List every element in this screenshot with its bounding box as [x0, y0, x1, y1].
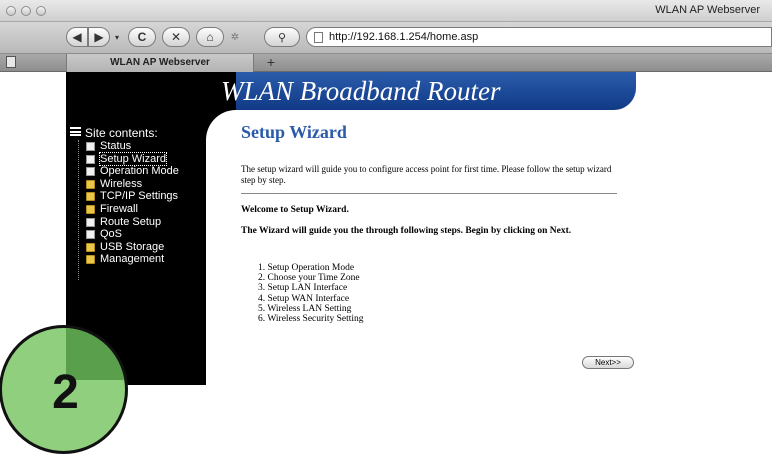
sidebar-item-usb-storage[interactable]: USB Storage: [86, 241, 179, 254]
search-icon: ⚲: [277, 32, 287, 44]
guide-text: The Wizard will guide you the through fo…: [241, 226, 572, 236]
sidebar-heading-label: Site contents:: [85, 126, 158, 140]
sidebar-item-qos[interactable]: QoS: [86, 228, 179, 241]
sidebar-item-label[interactable]: TCP/IP Settings: [100, 190, 178, 202]
welcome-text: Welcome to Setup Wizard.: [241, 205, 349, 215]
window-title: WLAN AP Webserver: [655, 4, 760, 16]
sidebar-item-label[interactable]: USB Storage: [100, 241, 164, 253]
sidebar-item-label[interactable]: Operation Mode: [100, 165, 179, 177]
sidebar-item-firewall[interactable]: Firewall: [86, 203, 179, 216]
sidebar-item-label[interactable]: Firewall: [100, 203, 138, 215]
browser-toolbar: ◀ ▶ ▾ C ✕ ⌂ ✲ ⚲ http://192.168.1.254/hom…: [0, 22, 772, 54]
document-icon: [86, 154, 95, 164]
forward-arrow-icon: ▶: [94, 30, 104, 44]
tab-wlan-ap-webserver[interactable]: WLAN AP Webserver: [66, 54, 254, 72]
chevron-down-icon: ▾: [114, 33, 119, 42]
zoom-window-button[interactable]: [36, 6, 46, 16]
sidebar-item-label[interactable]: Management: [100, 253, 164, 265]
sidebar-item-wireless[interactable]: Wireless: [86, 178, 179, 191]
home-icon: ⌂: [206, 30, 214, 44]
history-dropdown[interactable]: ▾: [114, 27, 120, 47]
sidebar-item-route-setup[interactable]: Route Setup: [86, 216, 179, 229]
sidebar-nav: Status Setup Wizard Operation Mode Wirel…: [86, 140, 179, 266]
folder-icon: [86, 179, 95, 189]
folder-icon: [86, 204, 95, 214]
sidebar-item-label[interactable]: Wireless: [100, 178, 142, 190]
url-text[interactable]: http://192.168.1.254/home.asp: [329, 31, 478, 43]
settings-button[interactable]: ✲: [228, 27, 242, 47]
page-description: The setup wizard will guide you to confi…: [241, 164, 612, 185]
page-icon: [314, 32, 323, 43]
sidebar-item-label[interactable]: Route Setup: [100, 216, 161, 228]
page-title: Setup Wizard: [241, 122, 347, 142]
folder-icon: [86, 192, 95, 202]
close-window-button[interactable]: [6, 6, 16, 16]
new-tab-button[interactable]: +: [262, 54, 280, 72]
list-item: 6. Wireless Security Setting: [258, 314, 364, 325]
gear-icon: ✲: [230, 32, 240, 43]
forward-button[interactable]: ▶: [88, 27, 110, 47]
back-button[interactable]: ◀: [66, 27, 88, 47]
sidebar-item-setup-wizard[interactable]: Setup Wizard: [86, 151, 179, 166]
sidebar-item-operation-mode[interactable]: Operation Mode: [86, 165, 179, 178]
page-header-title: WLAN Broadband Router: [221, 76, 501, 106]
divider: [241, 193, 617, 194]
document-icon: [86, 142, 95, 151]
list-item: 5. Wireless LAN Setting: [258, 303, 352, 314]
list-item: 4. Setup WAN Interface: [258, 293, 350, 304]
sidebar-item-label[interactable]: QoS: [100, 228, 122, 240]
next-button[interactable]: Next>>: [582, 356, 634, 369]
back-arrow-icon: ◀: [72, 30, 82, 44]
stop-button[interactable]: ✕: [162, 27, 190, 47]
address-bar[interactable]: http://192.168.1.254/home.asp: [306, 27, 772, 47]
minimize-window-button[interactable]: [21, 6, 31, 16]
step-number: 2: [52, 366, 79, 419]
sidebar-heading: Site contents:: [70, 126, 158, 140]
window-title-bar: WLAN AP Webserver: [0, 0, 772, 22]
list-item: 1. Setup Operation Mode: [258, 263, 355, 273]
sidebar-item-label[interactable]: Setup Wizard: [98, 151, 168, 166]
tab-bar: WLAN AP Webserver +: [0, 54, 772, 72]
bookmarks-icon[interactable]: [6, 56, 16, 68]
document-icon: [86, 217, 95, 227]
search-button[interactable]: ⚲: [264, 27, 300, 47]
home-button[interactable]: ⌂: [196, 27, 224, 47]
list-icon: [70, 127, 81, 136]
reload-button[interactable]: C: [128, 27, 156, 47]
list-item: 2. Choose your Time Zone: [258, 273, 360, 284]
list-item: 3. Setup LAN Interface: [258, 283, 348, 294]
folder-icon: [86, 255, 95, 265]
reload-icon: C: [137, 30, 147, 44]
tree-line: [78, 140, 80, 280]
document-icon: [86, 230, 95, 240]
sidebar-item-status[interactable]: Status: [86, 140, 179, 153]
document-icon: [86, 167, 95, 177]
sidebar-item-label[interactable]: Status: [100, 140, 131, 152]
close-icon: ✕: [170, 30, 182, 44]
sidebar-item-tcpip-settings[interactable]: TCP/IP Settings: [86, 190, 179, 203]
step-badge: 2: [0, 325, 128, 454]
sidebar-item-management[interactable]: Management: [86, 253, 179, 266]
steps-list: 1. Setup Operation Mode 2. Choose your T…: [258, 263, 364, 324]
folder-icon: [86, 242, 95, 252]
